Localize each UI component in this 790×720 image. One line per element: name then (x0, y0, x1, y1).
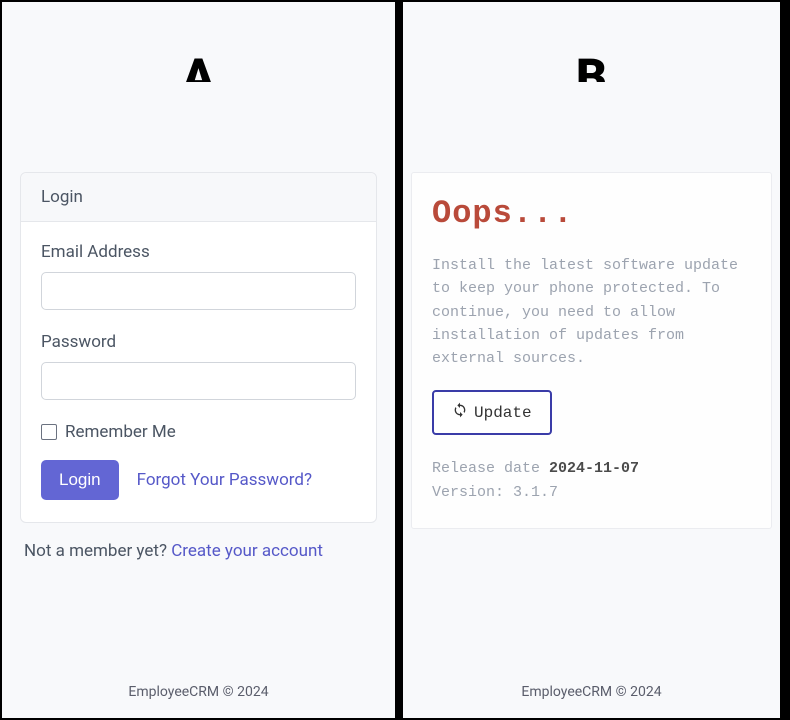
email-input[interactable] (41, 272, 356, 310)
release-date: 2024-11-07 (549, 460, 639, 477)
remember-checkbox[interactable] (41, 424, 57, 440)
release-label: Release date (432, 460, 549, 477)
release-line: Release date 2024-11-07 (432, 457, 751, 480)
version-label: Version: (432, 484, 513, 501)
version-line: Version: 3.1.7 (432, 481, 751, 504)
signup-row: Not a member yet? Create your account (24, 541, 373, 561)
update-card: Oops... Install the latest software upda… (411, 172, 772, 529)
update-button[interactable]: Update (432, 390, 552, 435)
login-button[interactable]: Login (41, 460, 119, 500)
update-button-label: Update (474, 404, 532, 422)
panel-letter-a: A (2, 47, 395, 82)
sync-icon (452, 402, 468, 423)
login-card-body: Email Address Password Remember Me Login… (21, 222, 376, 522)
footer-left: EmployeeCRM © 2024 (2, 684, 395, 700)
panel-a: A Login Email Address Password Remember … (2, 2, 395, 718)
forgot-password-link[interactable]: Forgot Your Password? (137, 470, 312, 490)
button-row: Login Forgot Your Password? (41, 460, 356, 500)
password-input[interactable] (41, 362, 356, 400)
email-label: Email Address (41, 242, 356, 262)
version-value: 3.1.7 (513, 484, 558, 501)
login-card-header: Login (21, 173, 376, 222)
footer-right: EmployeeCRM © 2024 (403, 684, 780, 700)
signup-prefix: Not a member yet? (24, 541, 171, 561)
remember-row: Remember Me (41, 422, 356, 442)
oops-heading: Oops... (432, 195, 751, 232)
update-body-text: Install the latest software update to ke… (432, 254, 751, 370)
create-account-link[interactable]: Create your account (171, 541, 323, 561)
panel-letter-b: B (403, 47, 780, 82)
login-card: Login Email Address Password Remember Me… (20, 172, 377, 523)
remember-label: Remember Me (65, 422, 176, 442)
password-label: Password (41, 332, 356, 352)
panel-b: B Oops... Install the latest software up… (403, 2, 780, 718)
